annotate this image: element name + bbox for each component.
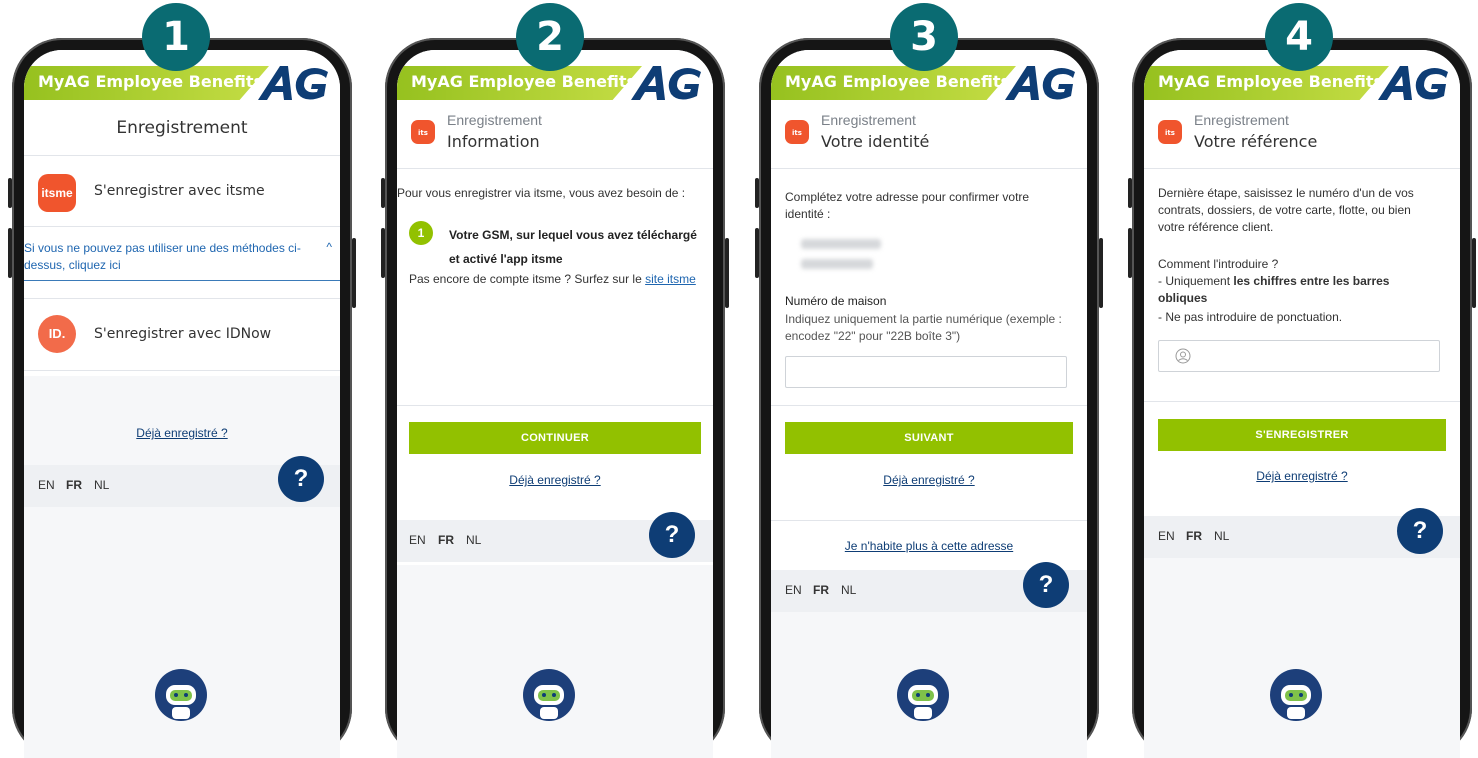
- step-badge-4: 4: [1265, 3, 1333, 71]
- itsme-logo-icon: itsme: [38, 174, 76, 212]
- alternative-methods-link[interactable]: Si vous ne pouvez pas utiliser une des m…: [24, 240, 340, 281]
- lang-fr[interactable]: FR: [438, 533, 454, 547]
- info-intro: Pour vous enregistrer via itsme, vous av…: [397, 186, 686, 200]
- already-registered-link[interactable]: Déjà enregistré ?: [397, 473, 713, 487]
- svg-text:its: its: [1165, 129, 1175, 137]
- app-title: MyAG Employee Benefits: [38, 72, 263, 91]
- help-button[interactable]: ?: [1397, 508, 1443, 554]
- phone-2: MyAG Employee Benefits its Enregistremen…: [381, 38, 729, 758]
- itsme-method-button[interactable]: itsme S'enregistrer avec itsme: [24, 156, 340, 226]
- chatbot-robot-icon[interactable]: [522, 668, 576, 722]
- lang-fr[interactable]: FR: [1186, 529, 1202, 543]
- methods-panel: Enregistrement itsme S'enregistrer avec …: [24, 102, 340, 376]
- app-title: MyAG Employee Benefits: [411, 72, 636, 91]
- lang-nl[interactable]: NL: [466, 533, 481, 547]
- step-header: its Enregistrement Information: [397, 102, 713, 169]
- step-title: Votre référence: [1194, 132, 1318, 151]
- itsme-logo-icon: its: [411, 120, 435, 144]
- svg-text:its: its: [792, 129, 802, 137]
- screen-1: MyAG Employee Benefits Enregistrement it…: [24, 50, 340, 758]
- step-subtitle: Enregistrement: [1194, 112, 1289, 128]
- idnow-method-label: S'enregistrer avec IDNow: [94, 326, 272, 342]
- rule-punctuation: - Ne pas introduire de ponctuation.: [1158, 310, 1343, 324]
- requirement-text: Votre GSM, sur lequel vous avez téléchar…: [449, 228, 697, 266]
- already-registered-link[interactable]: Déjà enregistré ?: [24, 426, 340, 440]
- help-button[interactable]: ?: [649, 512, 695, 558]
- rule-digits: - Uniquement les chiffres entre les barr…: [1158, 274, 1390, 305]
- itsme-site-link[interactable]: site itsme: [645, 272, 696, 286]
- reference-input-field[interactable]: [1158, 340, 1440, 372]
- ag-logo-icon: [1005, 66, 1075, 100]
- step-header: its Enregistrement Votre référence: [1144, 102, 1460, 169]
- step-badge-2: 2: [516, 3, 584, 71]
- lang-en[interactable]: EN: [785, 583, 802, 597]
- ag-logo-icon: [631, 66, 701, 100]
- step-title: Information: [447, 132, 540, 151]
- account-question: Pas encore de compte itsme ? Surfez sur …: [409, 272, 696, 286]
- help-button[interactable]: ?: [278, 456, 324, 502]
- register-button[interactable]: S'ENREGISTRER: [1158, 419, 1446, 451]
- phone-3: MyAG Employee Benefits its Enregistremen…: [755, 38, 1103, 758]
- lang-nl[interactable]: NL: [1214, 529, 1229, 543]
- page-title: Enregistrement: [116, 118, 248, 138]
- ag-logo-icon: [1378, 66, 1448, 100]
- reference-panel: Dernière étape, saisissez le numéro d'un…: [1144, 169, 1460, 529]
- continue-button[interactable]: CONTINUER: [409, 422, 701, 454]
- chatbot-robot-icon[interactable]: [1269, 668, 1323, 722]
- identity-intro: Complétez votre adresse pour confirmer v…: [785, 190, 1030, 221]
- moved-address-link[interactable]: Je n'habite plus à cette adresse: [771, 539, 1087, 553]
- help-button[interactable]: ?: [1023, 562, 1069, 608]
- next-button[interactable]: SUIVANT: [785, 422, 1073, 454]
- lang-nl[interactable]: NL: [841, 583, 856, 597]
- house-number-label: Numéro de maison: [785, 294, 887, 308]
- screen-4: MyAG Employee Benefits its Enregistremen…: [1144, 50, 1460, 758]
- step-subtitle: Enregistrement: [821, 112, 916, 128]
- already-registered-link[interactable]: Déjà enregistré ?: [1144, 469, 1460, 483]
- app-title: MyAG Employee Benefits: [785, 72, 1010, 91]
- chevron-up-icon: ^: [326, 240, 332, 254]
- screen-2: MyAG Employee Benefits its Enregistremen…: [397, 50, 713, 758]
- itsme-logo-icon: its: [785, 120, 809, 144]
- step-badge-3: 3: [890, 3, 958, 71]
- itsme-logo-icon: its: [1158, 120, 1182, 144]
- lang-en[interactable]: EN: [38, 478, 55, 492]
- address-blurred: [801, 239, 881, 269]
- step-subtitle: Enregistrement: [447, 112, 542, 128]
- info-panel: Pour vous enregistrer via itsme, vous av…: [397, 169, 713, 565]
- user-icon: [1175, 348, 1191, 364]
- step-badge-1: 1: [142, 3, 210, 71]
- lang-en[interactable]: EN: [409, 533, 426, 547]
- chatbot-robot-icon[interactable]: [154, 668, 208, 722]
- house-number-hint: Indiquez uniquement la partie numérique …: [785, 312, 1062, 343]
- lang-fr[interactable]: FR: [66, 478, 82, 492]
- screen-3: MyAG Employee Benefits its Enregistremen…: [771, 50, 1087, 758]
- how-to-label: Comment l'introduire ?: [1158, 257, 1279, 271]
- phone-4: MyAG Employee Benefits its Enregistremen…: [1128, 38, 1476, 758]
- step-header: its Enregistrement Votre identité: [771, 102, 1087, 169]
- lang-nl[interactable]: NL: [94, 478, 109, 492]
- chatbot-robot-icon[interactable]: [896, 668, 950, 722]
- identity-panel: Complétez votre adresse pour confirmer v…: [771, 169, 1087, 574]
- lang-en[interactable]: EN: [1158, 529, 1175, 543]
- step-title: Votre identité: [821, 132, 930, 151]
- reference-intro: Dernière étape, saisissez le numéro d'un…: [1158, 186, 1414, 234]
- idnow-method-button[interactable]: ID. S'enregistrer avec IDNow: [24, 299, 340, 369]
- already-registered-link[interactable]: Déjà enregistré ?: [771, 473, 1087, 487]
- svg-text:its: its: [418, 129, 428, 137]
- phone-1: MyAG Employee Benefits Enregistrement it…: [8, 38, 356, 758]
- house-number-input[interactable]: [785, 356, 1067, 388]
- lang-fr[interactable]: FR: [813, 583, 829, 597]
- app-title: MyAG Employee Benefits: [1158, 72, 1383, 91]
- idnow-logo-icon: ID.: [38, 315, 76, 353]
- itsme-method-label: S'enregistrer avec itsme: [94, 183, 265, 199]
- ag-logo-icon: [258, 66, 328, 100]
- requirement-number: 1: [409, 221, 433, 245]
